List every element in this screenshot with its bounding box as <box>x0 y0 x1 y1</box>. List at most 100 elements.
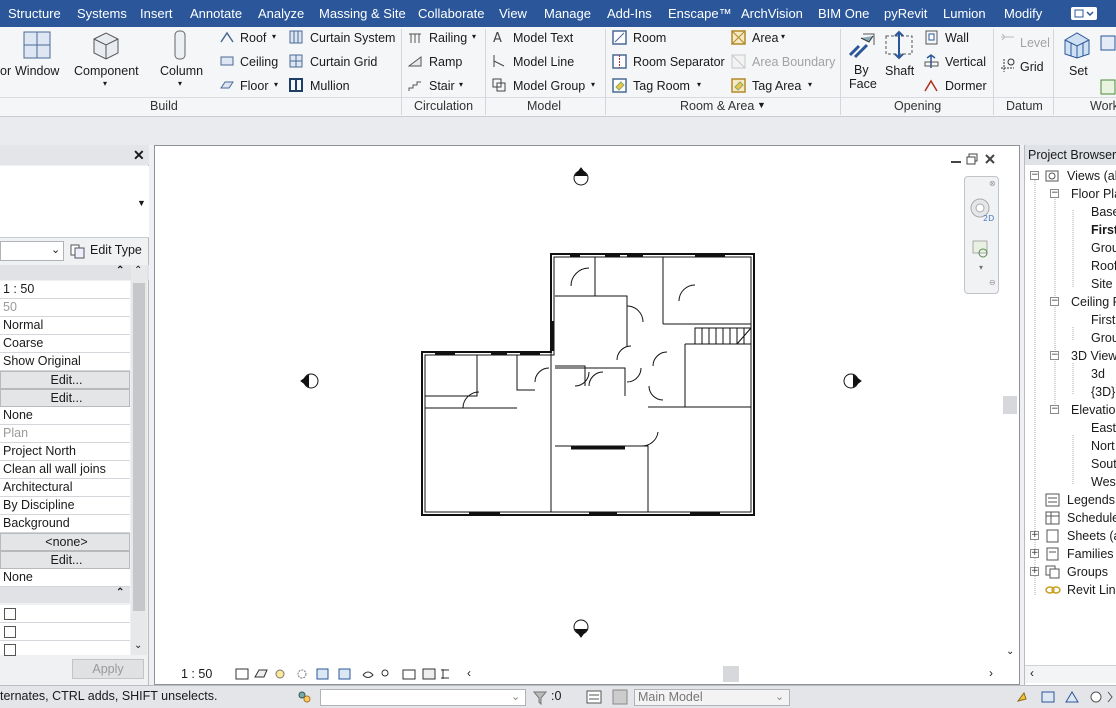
floor-button[interactable]: Floor <box>240 79 268 93</box>
tree-sheets[interactable]: Sheets (al <box>1067 529 1116 543</box>
set-workplane-icon[interactable] <box>1062 30 1092 63</box>
tree-floor-plan-base[interactable]: Base <box>1091 205 1116 219</box>
tree-legends[interactable]: Legends <box>1067 493 1115 507</box>
prop-orientation[interactable]: Project North <box>0 443 130 461</box>
tab-manage[interactable]: Manage <box>544 0 591 27</box>
model-text-button[interactable]: Model Text <box>513 31 573 45</box>
selection-toggle-icons[interactable] <box>1016 689 1116 705</box>
room-separator-button[interactable]: Room Separator <box>633 55 725 69</box>
chevron-down-icon[interactable]: ▾ <box>274 80 278 89</box>
prop-vg-overrides-button[interactable]: Edit... <box>0 371 130 389</box>
prop-system-color-button[interactable]: Edit... <box>0 551 130 569</box>
tree-3d-view-3d[interactable]: 3d <box>1091 367 1105 381</box>
tab-collaborate[interactable]: Collaborate <box>418 0 485 27</box>
prop-view-scale[interactable]: 1 : 50 <box>0 281 130 299</box>
editable-only-icon[interactable] <box>586 689 602 705</box>
tree-groups[interactable]: Groups <box>1067 565 1108 579</box>
tag-area-button[interactable]: Tag Area <box>752 79 801 93</box>
level-button[interactable]: Level <box>1020 36 1050 50</box>
close-icon[interactable]: ✕ <box>133 147 145 164</box>
by-face-button-line1[interactable]: By <box>854 63 869 77</box>
by-face-icon[interactable] <box>847 30 877 63</box>
type-selector[interactable] <box>0 166 149 238</box>
tab-archvision[interactable]: ArchVision <box>741 0 803 27</box>
column-icon[interactable] <box>172 29 188 64</box>
scroll-down-icon[interactable]: ⌄ <box>134 640 142 651</box>
scroll-left-icon[interactable]: ‹ <box>1030 666 1034 680</box>
chevron-down-icon[interactable]: ▾ <box>459 80 463 89</box>
scroll-left-icon[interactable]: ‹ <box>467 666 471 680</box>
prop-display-model[interactable]: Normal <box>0 317 130 335</box>
vertical-scroll-thumb[interactable] <box>1003 396 1017 414</box>
tag-room-button[interactable]: Tag Room <box>633 79 690 93</box>
vertical-opening-button[interactable]: Vertical <box>945 55 986 69</box>
tree-floor-plan-ground[interactable]: Grou <box>1091 241 1116 255</box>
chevron-down-icon[interactable]: ▾ <box>472 32 476 41</box>
chevron-down-icon[interactable]: ▼ <box>757 100 766 110</box>
tab-bim-one[interactable]: BIM One <box>818 0 869 27</box>
collapse-icon[interactable]: − <box>1050 351 1059 360</box>
tab-analyze[interactable]: Analyze <box>258 0 304 27</box>
vertical-scrollbar[interactable]: ⌄ <box>1003 146 1019 664</box>
panel-title-room-area[interactable]: Room & Area <box>680 99 754 113</box>
active-workset-dropdown[interactable]: ⌄ <box>320 689 526 706</box>
expand-icon[interactable]: + <box>1030 531 1039 540</box>
prop-show-hidden-lines[interactable]: By Discipline <box>0 497 130 515</box>
view-scale[interactable]: 1 : 50 <box>181 667 212 681</box>
chevron-down-icon[interactable]: ▾ <box>272 32 276 41</box>
tree-ceiling-ground[interactable]: Grou <box>1091 331 1116 345</box>
prop-detail-level[interactable]: Coarse <box>0 335 130 353</box>
expand-icon[interactable]: + <box>1030 549 1039 558</box>
tab-lumion[interactable]: Lumion <box>943 0 986 27</box>
view-control-icons[interactable] <box>235 667 465 681</box>
column-button[interactable]: Column <box>160 64 203 78</box>
workplane-show-icon[interactable] <box>1100 35 1116 54</box>
drawing-area[interactable]: ⊗ 2D ▾ ⊖ 1: 50 ‹ › ⌄ <box>154 145 1020 685</box>
tree-elevation-south[interactable]: Sout <box>1091 457 1116 471</box>
tree-3d-view-default[interactable]: {3D} <box>1091 385 1115 399</box>
chevron-down-icon[interactable]: ▾ <box>103 79 107 88</box>
shaft-button[interactable]: Shaft <box>885 64 914 78</box>
instance-filter-dropdown[interactable]: ⌄ <box>0 241 64 261</box>
design-option-dropdown[interactable]: Main Model ⌄ <box>634 689 790 706</box>
collapse-icon[interactable]: − <box>1050 189 1059 198</box>
curtain-grid-button[interactable]: Curtain Grid <box>310 55 377 69</box>
set-workplane-button[interactable]: Set <box>1069 64 1088 78</box>
component-button[interactable]: Component <box>74 64 139 78</box>
properties-scrollbar[interactable]: ⌃ ⌄ <box>131 265 147 655</box>
chevron-down-icon[interactable]: ▾ <box>808 80 812 89</box>
tree-floor-plan-roof[interactable]: Roof <box>1091 259 1116 273</box>
tab-annotate[interactable]: Annotate <box>190 0 242 27</box>
checkbox[interactable] <box>4 626 16 638</box>
ramp-button[interactable]: Ramp <box>429 55 462 69</box>
tab-massing-site[interactable]: Massing & Site <box>319 0 406 27</box>
collapse-icon[interactable]: − <box>1030 171 1039 180</box>
tree-ceiling-first[interactable]: First <box>1091 313 1115 327</box>
mullion-button[interactable]: Mullion <box>310 79 350 93</box>
checkbox[interactable] <box>4 644 16 656</box>
collapse-icon[interactable]: − <box>1050 405 1059 414</box>
edit-type-button[interactable]: Edit Type <box>68 241 148 261</box>
browser-horizontal-scrollbar[interactable]: ‹ <box>1025 665 1116 683</box>
worksets-icon[interactable] <box>296 689 312 705</box>
prop-wall-join-display[interactable]: Clean all wall joins <box>0 461 130 479</box>
tree-elevation-west[interactable]: West <box>1091 475 1116 489</box>
chevron-down-icon[interactable]: ▾ <box>591 80 595 89</box>
graphics-group-header[interactable]: ⌃ <box>0 265 149 280</box>
room-button[interactable]: Room <box>633 31 666 45</box>
model-line-button[interactable]: Model Line <box>513 55 574 69</box>
model-group-button[interactable]: Model Group <box>513 79 585 93</box>
filter-icon[interactable] <box>532 690 548 706</box>
apply-button[interactable]: Apply <box>72 659 144 679</box>
prop-color-scheme-button[interactable]: <none> <box>0 533 130 551</box>
tab-systems[interactable]: Systems <box>77 0 127 27</box>
scroll-down-icon[interactable]: ⌄ <box>1006 646 1014 657</box>
tree-elevation-north[interactable]: Nort <box>1091 439 1115 453</box>
chevron-down-icon[interactable]: ▾ <box>781 32 785 41</box>
tree-views[interactable]: Views (all <box>1067 169 1116 183</box>
collapse-icon[interactable]: − <box>1050 297 1059 306</box>
chevron-down-icon[interactable]: ▾ <box>697 80 701 89</box>
tree-floor-plans[interactable]: Floor Pla <box>1071 187 1116 201</box>
component-icon[interactable] <box>90 29 122 64</box>
roof-button[interactable]: Roof <box>240 31 266 45</box>
